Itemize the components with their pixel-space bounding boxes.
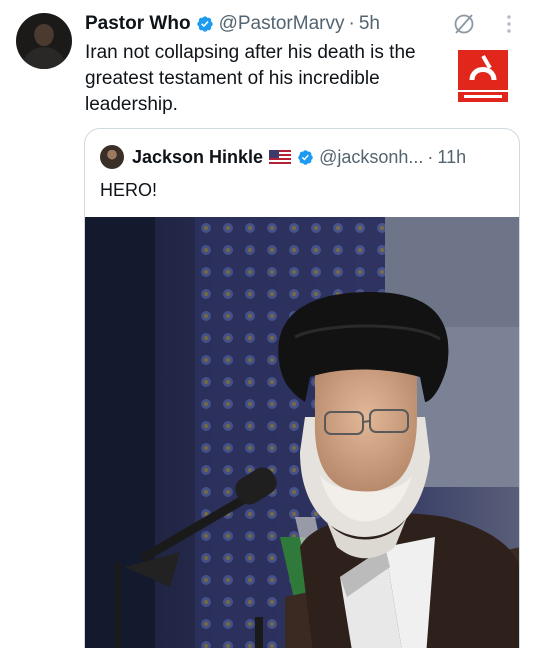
tweet-header: Pastor Who @PastorMarvy · 5h — [85, 12, 380, 36]
author-avatar[interactable] — [16, 13, 72, 69]
quoted-author-handle[interactable]: @jacksonh... — [319, 147, 423, 168]
us-flag-icon — [269, 150, 292, 164]
timestamp[interactable]: 5h — [359, 13, 380, 35]
grok-icon[interactable] — [452, 12, 476, 36]
tweet-text: Iran not collapsing after his death is t… — [85, 42, 416, 115]
tweet: Pastor Who @PastorMarvy · 5h Iran not co… — [0, 0, 535, 648]
author-handle[interactable]: @PastorMarvy — [219, 13, 345, 35]
quoted-tweet-text: HERO! — [100, 180, 158, 200]
channel-logo-watermark — [458, 50, 508, 102]
quoted-author-avatar[interactable] — [100, 145, 124, 169]
separator: · — [348, 13, 355, 34]
quoted-tweet-photo[interactable] — [85, 217, 520, 648]
quoted-author-name[interactable]: Jackson Hinkle — [132, 147, 263, 168]
quoted-tweet-card[interactable]: Jackson Hinkle @jacksonh... · 11h HERO! — [84, 128, 520, 648]
verified-badge-icon — [298, 149, 313, 165]
quoted-timestamp[interactable]: 11h — [437, 147, 466, 168]
author-name[interactable]: Pastor Who — [85, 13, 191, 35]
separator: · — [427, 146, 434, 167]
verified-badge-icon — [196, 16, 213, 32]
more-options-icon[interactable] — [499, 12, 519, 36]
quoted-tweet-header: Jackson Hinkle @jacksonh... · 11h — [132, 146, 466, 168]
